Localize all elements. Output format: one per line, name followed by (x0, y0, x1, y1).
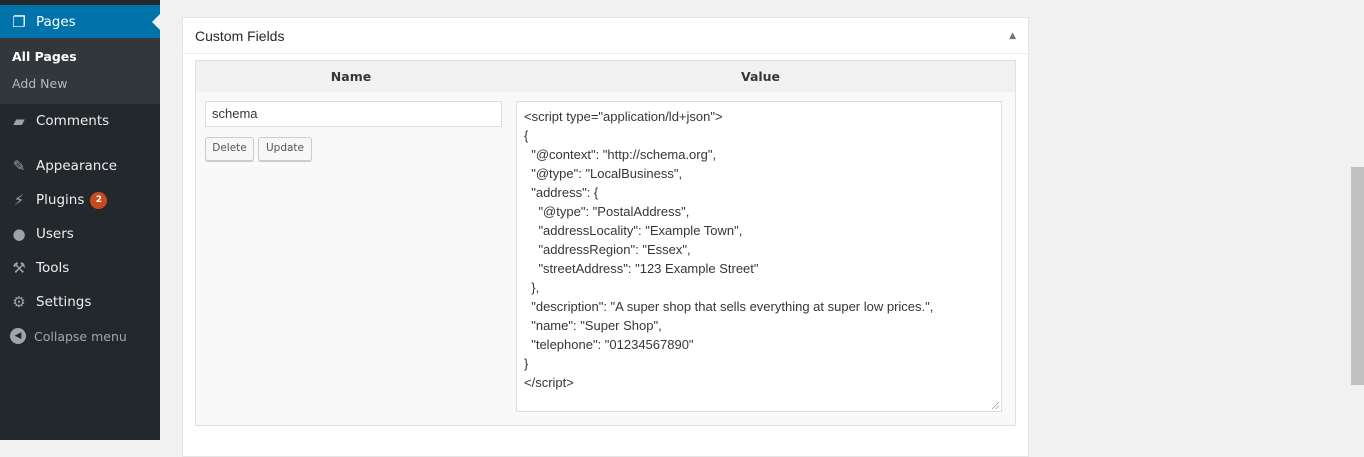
settings-icon: ⚙ (12, 293, 26, 311)
submenu-add-new[interactable]: Add New (0, 70, 160, 97)
menu-label: Collapse menu (34, 328, 127, 344)
paintbrush-icon: ✎ (12, 157, 26, 175)
menu-label: Pages (36, 13, 76, 30)
table-header: Name Value (196, 61, 1015, 92)
menu-label: Tools (36, 260, 70, 276)
plugins-update-badge: 2 (90, 191, 108, 209)
field-value-text: <script type="application/ld+json"> { "@… (524, 109, 934, 390)
admin-sidebar: ❐ Pages All Pages Add New ▰ Comments ✎ Appe… (0, 0, 160, 440)
custom-fields-table: Name Value schema Delete Update <script … (195, 60, 1016, 426)
wrench-icon: ⚒ (12, 259, 26, 277)
column-value: Value (740, 69, 781, 84)
panel-header: Custom Fields ▲ (183, 18, 1028, 54)
resize-handle-icon[interactable] (992, 402, 999, 409)
delete-button[interactable]: Delete (205, 137, 254, 161)
menu-comments[interactable]: ▰ Comments (0, 104, 160, 138)
page-scrollbar[interactable] (1351, 167, 1364, 385)
pages-icon: ❐ (12, 12, 26, 31)
submenu-all-pages[interactable]: All Pages (0, 43, 160, 70)
menu-label: Users (36, 226, 74, 242)
user-icon: ● (12, 225, 26, 243)
menu-users[interactable]: ● Users (0, 217, 160, 251)
comment-icon: ▰ (13, 112, 25, 130)
menu-tools[interactable]: ⚒ Tools (0, 251, 160, 285)
custom-fields-panel: Custom Fields ▲ Name Value schema Delete… (182, 17, 1029, 457)
collapse-arrow-icon[interactable]: ▲ (1009, 31, 1016, 41)
pages-submenu: All Pages Add New (0, 38, 160, 104)
menu-appearance[interactable]: ✎ Appearance (0, 149, 160, 183)
menu-label: Settings (36, 294, 92, 310)
menu-plugins[interactable]: ⚡ Plugins 2 (0, 183, 160, 217)
field-name-input[interactable]: schema (205, 101, 502, 127)
plugin-icon: ⚡ (13, 191, 25, 209)
menu-label: Plugins (36, 192, 85, 208)
menu-pages[interactable]: ❐ Pages (0, 5, 160, 38)
column-name: Name (330, 69, 372, 84)
collapse-icon: ◀ (10, 328, 26, 344)
panel-title: Custom Fields (195, 27, 285, 44)
update-button[interactable]: Update (258, 137, 312, 161)
menu-label: Appearance (36, 158, 118, 174)
menu-label: Comments (36, 113, 110, 129)
field-value-textarea[interactable]: <script type="application/ld+json"> { "@… (516, 101, 1002, 412)
menu-settings[interactable]: ⚙ Settings (0, 285, 160, 319)
collapse-menu-button[interactable]: ◀ Collapse menu (0, 319, 160, 353)
